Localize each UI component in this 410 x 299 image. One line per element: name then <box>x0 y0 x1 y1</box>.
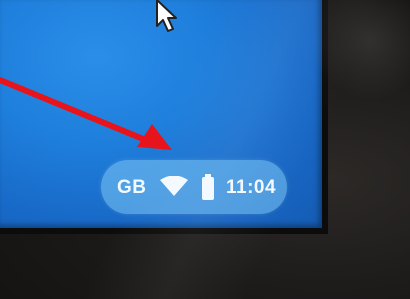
photo: GB 11:04 <box>0 0 410 299</box>
bezel-reflection <box>0 0 410 299</box>
status-time: 11:04 <box>226 177 277 198</box>
wifi-icon <box>160 176 188 196</box>
status-country-code: GB <box>117 177 147 198</box>
mouse-pointer-icon <box>156 0 177 32</box>
battery-icon <box>202 174 214 200</box>
